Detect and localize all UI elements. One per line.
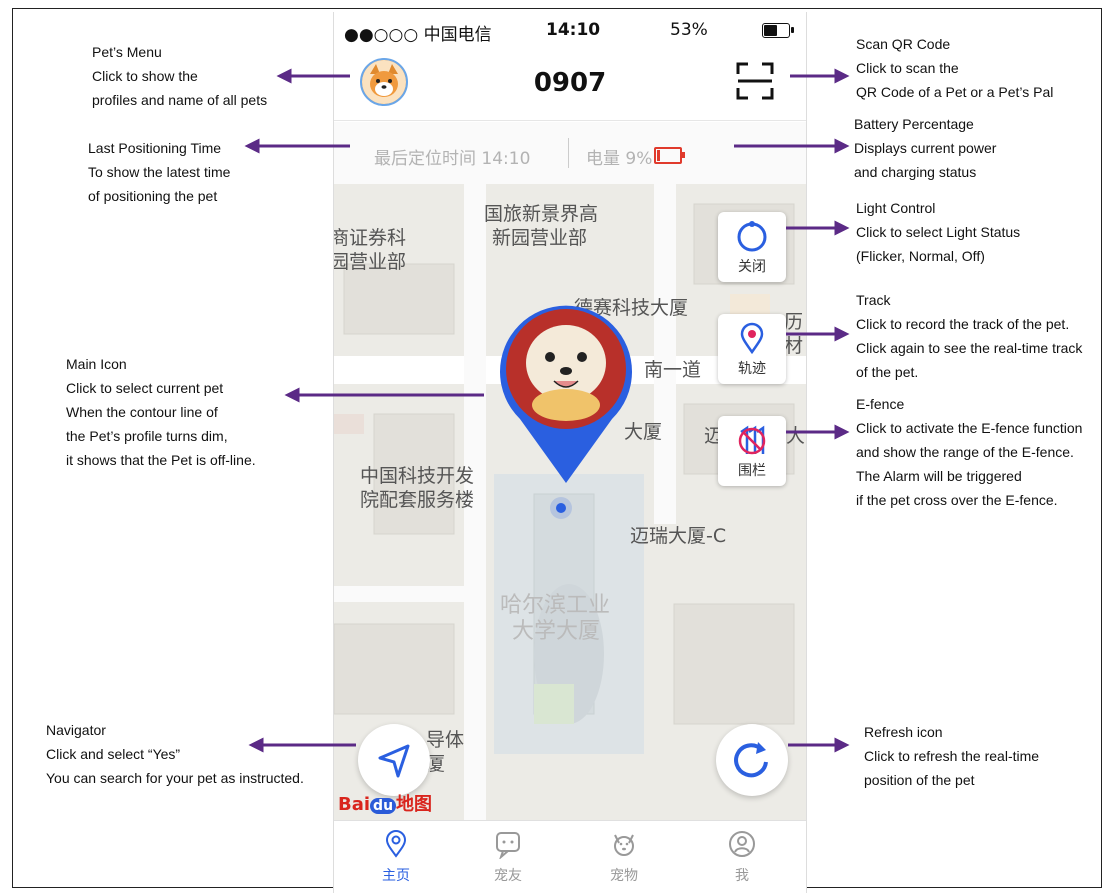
low-battery-icon: [654, 147, 685, 164]
battery-icon: [762, 23, 794, 38]
map-poi: 材: [784, 335, 804, 357]
divider: [568, 138, 569, 168]
map-poi: 大学大厦: [512, 619, 601, 644]
map-poi: 中国科技开发: [360, 465, 475, 487]
map-poi: 商证券科: [334, 227, 407, 249]
light-ring-icon: [737, 221, 767, 252]
clock: 14:10: [546, 20, 601, 40]
refresh-button[interactable]: [716, 724, 788, 796]
navigator-button[interactable]: [358, 724, 430, 796]
person-icon: [729, 831, 755, 857]
light-control-button[interactable]: 关闭: [718, 212, 786, 282]
map-poi: 园营业部: [334, 251, 407, 273]
tab-me[interactable]: 我: [702, 829, 782, 885]
annotation-battery: Battery Percentage Displays current power…: [854, 116, 997, 180]
nav-bar: 0907: [334, 48, 806, 121]
efence-button[interactable]: 围栏: [718, 416, 786, 486]
annotation-refresh: Refresh icon Click to refresh the real-ti…: [864, 724, 1040, 788]
efence-icon: [738, 425, 766, 455]
status-bar: ●●○○○ 中国电信 14:10 53%: [334, 12, 806, 48]
pet-location-pin[interactable]: [498, 301, 634, 483]
tab-home[interactable]: 主页: [356, 829, 436, 885]
annotation-last-time: Last Positioning Time To show the latest …: [88, 140, 231, 204]
location-pin-icon: [385, 830, 407, 858]
battery-percent: 53%: [670, 20, 708, 40]
map-poi: 新园营业部: [492, 227, 588, 249]
last-position-time: 最后定位时间 14:10: [374, 149, 531, 169]
annotation-main-icon: Main Icon Click to select current pet When…: [66, 356, 256, 468]
efence-label: 围栏: [738, 463, 766, 479]
map-poi: 南一道: [644, 359, 702, 381]
tab-bar: 主页 宠友 宠物 我: [334, 820, 806, 893]
baidu-map-logo: Bai du 地图: [338, 794, 433, 815]
dog-face-icon: [614, 834, 634, 856]
scan-qr-button[interactable]: [736, 62, 774, 100]
track-icon: [740, 322, 764, 355]
phone-screen: ●●○○○ 中国电信 14:10 53% 0907 最后定位时间 14:10 电…: [333, 12, 807, 893]
pet-battery: 电量 9%: [586, 149, 653, 169]
light-control-label: 关闭: [738, 259, 766, 275]
map-poi: 迈瑞大厦-C: [630, 525, 727, 547]
track-button[interactable]: 轨迹: [718, 314, 786, 384]
current-location-dot: [556, 503, 566, 513]
track-label: 轨迹: [738, 361, 766, 377]
chat-bubble-icon: [496, 832, 520, 859]
annotation-efence: E-fence Click to activate the E-fence fun…: [856, 396, 1083, 508]
map-poi: 导体: [426, 729, 465, 751]
annotation-navigator: Navigator Click and select “Yes” You can s…: [46, 722, 304, 786]
tab-pets[interactable]: 宠物: [584, 829, 664, 885]
map-poi: 历: [784, 311, 804, 333]
tab-pet-friends[interactable]: 宠友: [468, 829, 548, 885]
annotation-pets-menu: Pet’s Menu Click to show the profiles and …: [92, 44, 268, 108]
scan-icon: [736, 62, 774, 100]
annotation-light: Light Control Click to select Light Statu…: [856, 200, 1021, 264]
map-poi: 国旅新景界高: [484, 203, 599, 225]
info-bar: 最后定位时间 14:10 电量 9%: [334, 122, 806, 185]
carrier: ●●○○○ 中国电信: [344, 25, 492, 45]
map-poi: 大: [786, 425, 806, 447]
map-poi: 院配套服务楼: [360, 489, 475, 511]
navigation-arrow-icon: [378, 744, 410, 778]
map-poi: 哈尔滨工业: [500, 593, 611, 618]
map-view[interactable]: 国旅新景界高 新园营业部 商证券科 园营业部 德赛科技大厦 南一道 大厦 迈 大…: [334, 184, 806, 820]
refresh-icon: [734, 742, 768, 778]
annotation-track: Track Click to record the track of the pe…: [856, 292, 1083, 380]
annotation-scan: Scan QR Code Click to scan the QR Code of …: [856, 36, 1054, 100]
